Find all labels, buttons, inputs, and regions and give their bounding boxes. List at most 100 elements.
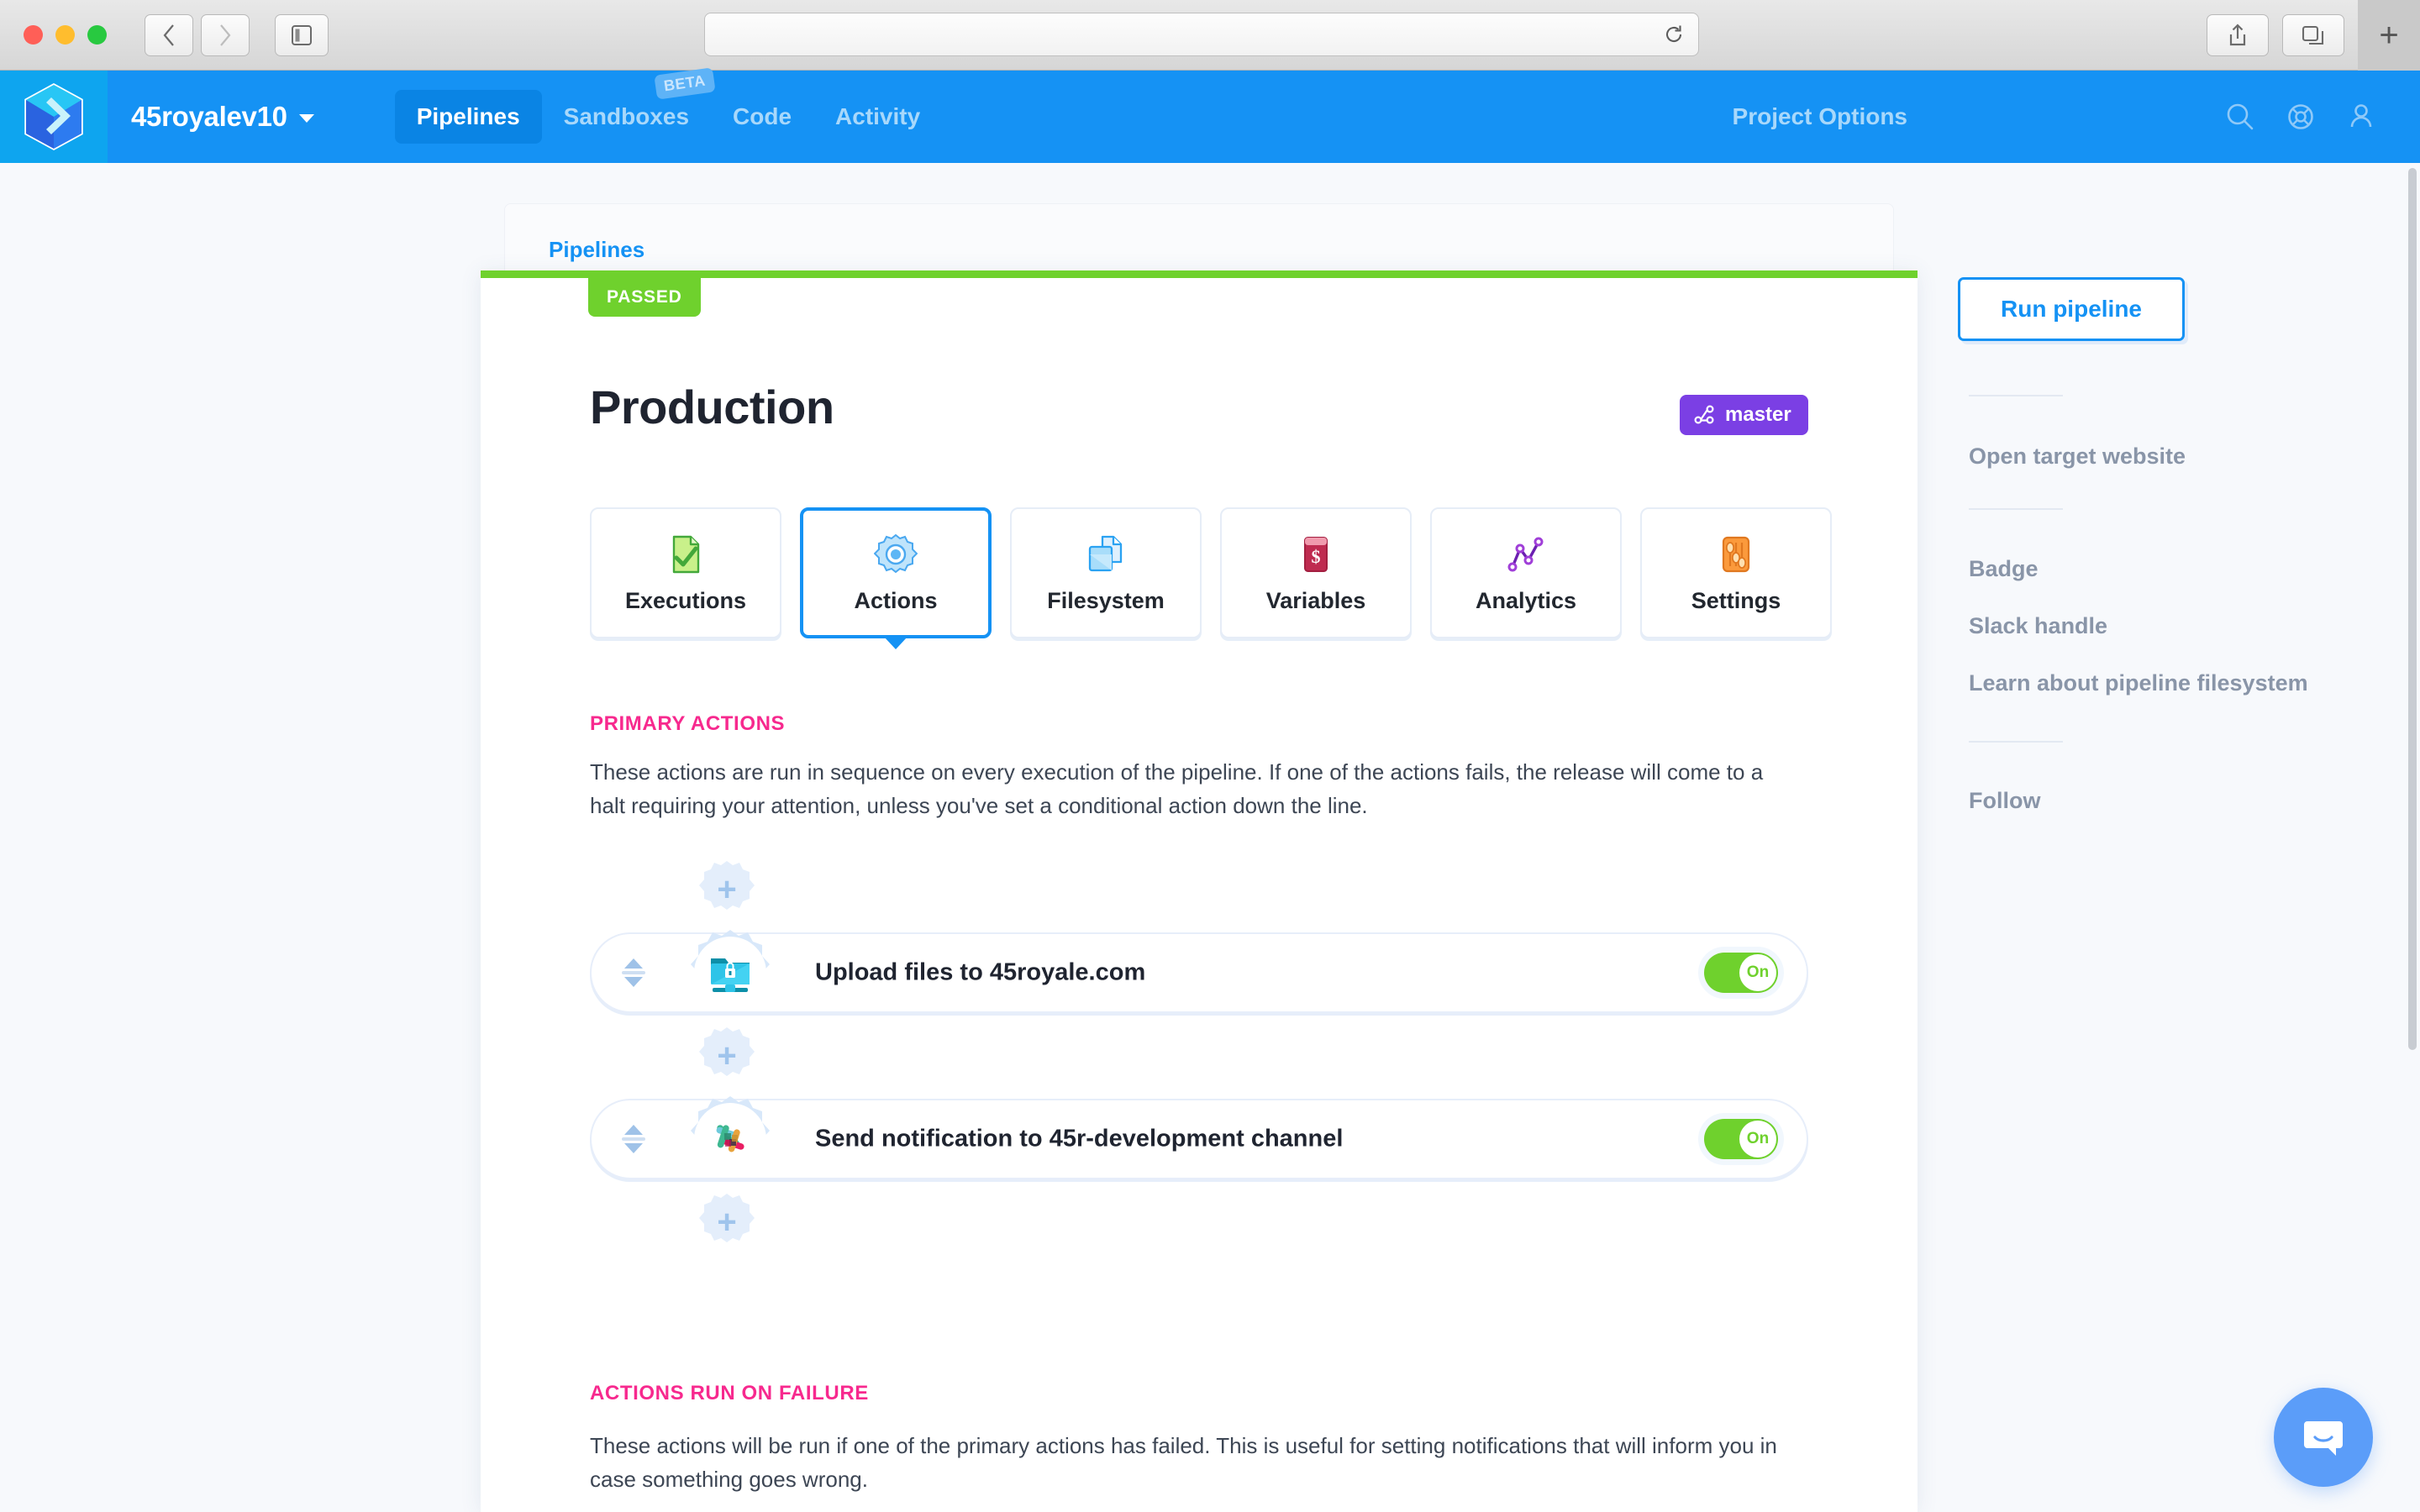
plus-icon: +: [717, 871, 737, 908]
link-open-target-website[interactable]: Open target website: [1969, 444, 2186, 470]
lifebuoy-icon: [2288, 104, 2313, 129]
action-icon-circle: [694, 1103, 766, 1175]
sort-up-icon: [624, 1125, 643, 1135]
sftp-folder-lock-icon: [711, 958, 750, 992]
tab-overview-icon: [2302, 25, 2324, 45]
drag-handle[interactable]: [622, 1125, 645, 1153]
link-badge[interactable]: Badge: [1969, 556, 2039, 582]
drag-handle[interactable]: [622, 958, 645, 987]
address-bar[interactable]: [704, 13, 1699, 56]
project-options-link[interactable]: Project Options: [1733, 103, 1907, 130]
plus-icon: +: [717, 1037, 737, 1074]
sort-down-icon: [624, 1143, 643, 1153]
browser-right-controls: +: [2207, 0, 2420, 71]
tab-label-actions: Actions: [854, 587, 938, 613]
chat-bubble-icon: [2304, 1421, 2343, 1456]
tab-executions[interactable]: Executions: [590, 507, 781, 638]
drag-bar: [622, 1137, 645, 1141]
chevron-right-icon: [220, 24, 231, 46]
actions-flow: + Upload files to 45royale.com On + Send…: [590, 858, 1808, 1253]
buddy-logo: [24, 83, 83, 150]
link-learn-pipeline-filesystem[interactable]: Learn about pipeline filesystem: [1969, 670, 2308, 696]
action-toggle[interactable]: On: [1704, 1119, 1778, 1159]
plus-icon: +: [717, 1204, 737, 1241]
status-badge: PASSED: [588, 278, 701, 317]
add-action-button-middle[interactable]: +: [696, 1025, 758, 1087]
chevron-down-icon: [298, 114, 314, 123]
pipeline-tabs: Executions Actions Filesystem $ Variable…: [590, 507, 1832, 649]
user-icon: [2350, 104, 2372, 128]
tab-label-filesystem: Filesystem: [1047, 587, 1165, 613]
project-switcher[interactable]: 45royalev10: [131, 101, 314, 133]
tab-variables[interactable]: $ Variables: [1220, 507, 1412, 638]
forward-button[interactable]: [201, 13, 250, 56]
branch-badge[interactable]: master: [1680, 395, 1808, 435]
close-window-button[interactable]: [24, 25, 43, 45]
sidebar-toggle-button[interactable]: [275, 13, 329, 56]
action-title: Send notification to 45r-development cha…: [815, 1125, 1344, 1152]
gear-icon: [874, 533, 918, 573]
tab-filesystem[interactable]: Filesystem: [1010, 507, 1202, 638]
account-button[interactable]: [2331, 71, 2391, 163]
link-follow[interactable]: Follow: [1969, 788, 2040, 814]
app-header: 45royalev10 Pipelines Sandboxes BETA Cod…: [0, 67, 2420, 163]
rail-divider: [1969, 741, 2063, 743]
main-nav: Pipelines Sandboxes BETA Code Activity: [394, 67, 942, 163]
toggle-knob-label: On: [1739, 954, 1776, 991]
nav-label-sandboxes: Sandboxes: [563, 103, 690, 129]
nav-item-pipelines[interactable]: Pipelines: [394, 90, 542, 144]
branch-icon: [1694, 405, 1714, 424]
sort-down-icon: [624, 977, 643, 987]
back-button[interactable]: [145, 13, 193, 56]
status-bar: [481, 270, 1918, 278]
header-right-group: Project Options: [1733, 71, 2420, 163]
minimize-window-button[interactable]: [55, 25, 75, 45]
nav-item-sandboxes[interactable]: Sandboxes BETA: [542, 67, 716, 144]
link-slack-handle[interactable]: Slack handle: [1969, 613, 2107, 639]
search-icon: [2227, 103, 2254, 130]
dollar-card-icon: $: [1304, 536, 1328, 572]
new-tab-button[interactable]: +: [2358, 0, 2420, 71]
tab-label-variables: Variables: [1265, 587, 1366, 613]
maximize-window-button[interactable]: [87, 25, 107, 45]
sliders-icon: [1722, 536, 1750, 572]
page-scrollbar[interactable]: [2408, 168, 2417, 1050]
nav-item-code[interactable]: Code: [711, 90, 813, 144]
action-icon-wrap: [691, 930, 770, 1009]
tab-settings[interactable]: Settings: [1640, 507, 1832, 638]
add-action-button-top[interactable]: +: [696, 858, 758, 921]
breadcrumb-pipelines-link[interactable]: Pipelines: [549, 237, 644, 263]
tab-label-settings: Settings: [1691, 587, 1781, 613]
action-toggle[interactable]: On: [1704, 953, 1778, 993]
add-action-button-bottom[interactable]: +: [696, 1191, 758, 1253]
logo-cell[interactable]: [0, 71, 108, 163]
action-row: Send notification to 45r-development cha…: [590, 1096, 1808, 1179]
reload-icon[interactable]: [1663, 24, 1685, 45]
project-name-label: 45royalev10: [131, 101, 287, 132]
window-traffic-lights: [24, 25, 107, 45]
browser-chrome: +: [0, 0, 2420, 71]
support-button[interactable]: [2270, 71, 2331, 163]
branch-label: master: [1725, 403, 1791, 426]
search-button[interactable]: [2210, 71, 2270, 163]
page-title: Production: [590, 381, 834, 433]
share-icon: [2229, 24, 2246, 46]
intercom-launcher-button[interactable]: [2274, 1388, 2373, 1487]
rail-divider: [1969, 395, 2063, 396]
drag-bar: [622, 971, 645, 974]
nav-label-pipelines: Pipelines: [416, 103, 520, 129]
action-icon-wrap: [691, 1096, 770, 1175]
tab-overview-button[interactable]: [2282, 14, 2344, 56]
failure-actions-description: These actions will be run if one of the …: [590, 1433, 1777, 1492]
primary-actions-heading: PRIMARY ACTIONS: [590, 712, 786, 735]
share-button[interactable]: [2207, 14, 2269, 56]
nav-label-code: Code: [733, 103, 792, 129]
nav-item-activity[interactable]: Activity: [813, 90, 942, 144]
tab-analytics[interactable]: Analytics: [1430, 507, 1622, 638]
svg-text:$: $: [1312, 546, 1321, 567]
nav-label-activity: Activity: [835, 103, 921, 129]
toggle-knob-label: On: [1739, 1121, 1776, 1158]
tab-actions[interactable]: Actions: [800, 507, 992, 649]
line-chart-icon: [1507, 537, 1544, 571]
run-pipeline-button[interactable]: Run pipeline: [1958, 277, 2185, 341]
